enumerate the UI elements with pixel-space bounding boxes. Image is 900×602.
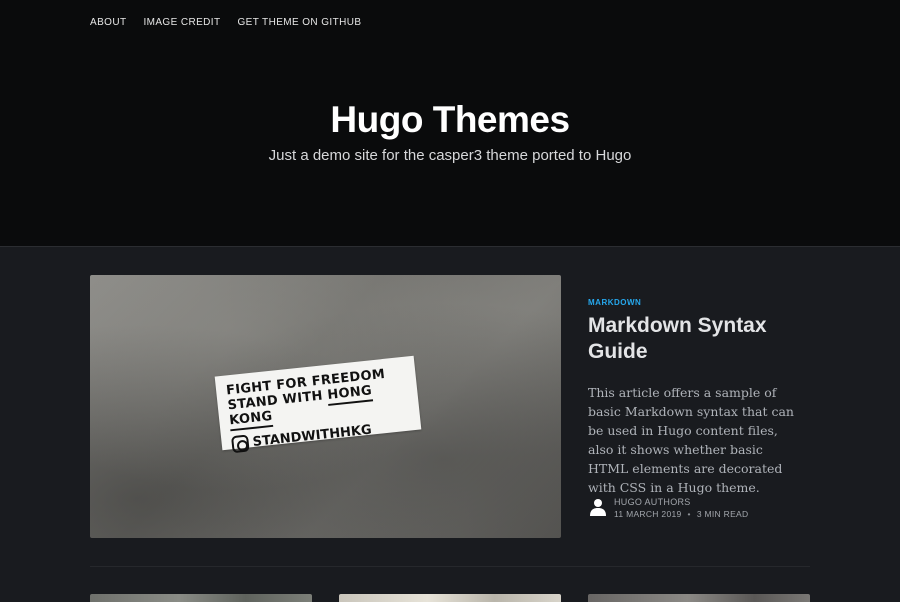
post-date: 11 MARCH 2019: [614, 509, 682, 519]
nav-item-about[interactable]: ABOUT: [90, 17, 126, 29]
user-avatar-icon[interactable]: [589, 498, 607, 517]
site-title: Hugo Themes: [330, 99, 570, 140]
post-card-image[interactable]: [588, 594, 810, 602]
site-header: ABOUT IMAGE CREDIT GET THEME ON GITHUB H…: [0, 0, 900, 247]
post-tag[interactable]: MARKDOWN: [588, 298, 641, 307]
instagram-icon: [231, 434, 250, 454]
post-excerpt: This article offers a sample of basic Ma…: [588, 385, 794, 495]
nav-item-image-credit[interactable]: IMAGE CREDIT: [143, 17, 220, 29]
post-title[interactable]: Markdown Syntax Guide: [588, 313, 808, 365]
feed-divider: [90, 566, 810, 567]
post-meta: 11 MARCH 2019 • 3 MIN READ: [614, 509, 748, 519]
nav-item-get-theme-on-github[interactable]: GET THEME ON GITHUB: [237, 17, 361, 29]
post-card-image[interactable]: [339, 594, 561, 602]
post-card-image[interactable]: [90, 594, 312, 602]
author-name[interactable]: HUGO AUTHORS: [614, 497, 691, 507]
site-description: Just a demo site for the casper3 theme p…: [268, 147, 632, 164]
meta-separator: •: [687, 509, 691, 519]
reading-time: 3 MIN READ: [696, 509, 749, 519]
main-nav: ABOUT IMAGE CREDIT GET THEME ON GITHUB: [90, 17, 361, 29]
